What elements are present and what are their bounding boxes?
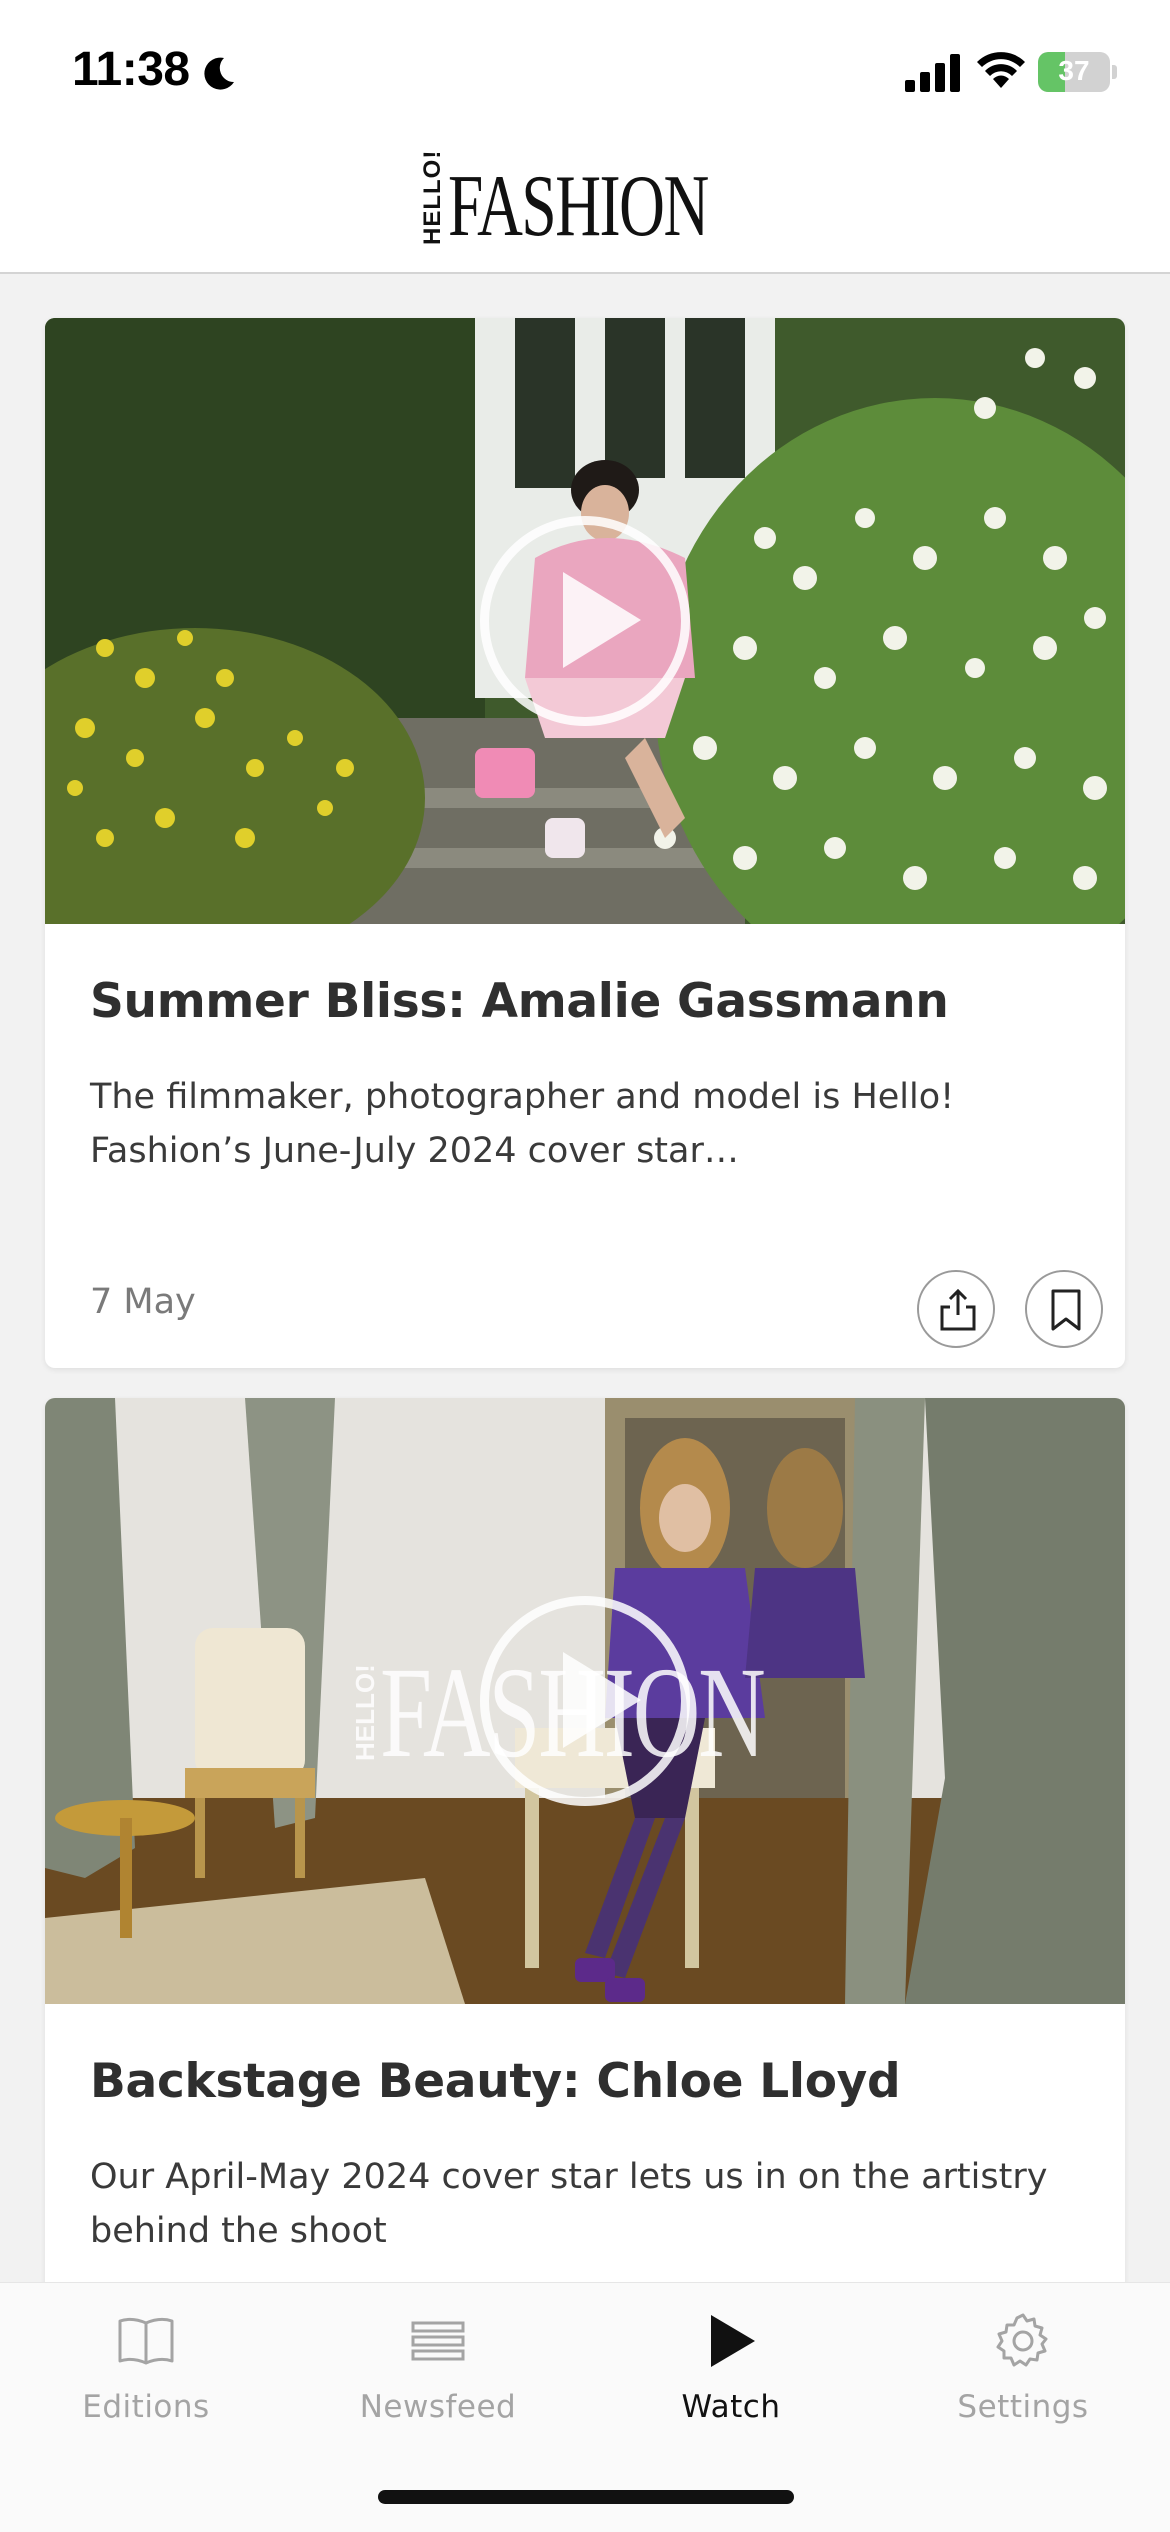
bookmark-button[interactable] [1025,1270,1103,1348]
tab-settings[interactable]: Settings [877,2283,1169,2453]
card-description: The filmmaker, photographer and model is… [90,1077,955,1171]
status-bar: 11:38 37 [0,0,1170,140]
app-header: HELLO! FASHION [0,140,1170,274]
video-feed[interactable]: Summer Bliss: Amalie Gassmann The filmma… [0,276,1170,2286]
battery-icon: 37 [1038,52,1118,92]
card-title[interactable]: Summer Bliss: Amalie Gassmann [90,974,949,1029]
watermark-hello-text: HELLO! [350,1664,380,1762]
tab-label-editions: Editions [82,2389,210,2425]
signal-icon [905,54,960,92]
card-date: 7 May [90,1282,196,1322]
status-time: 11:38 [72,43,190,96]
video-card[interactable]: Summer Bliss: Amalie Gassmann The filmma… [45,318,1125,1368]
newsfeed-icon [411,2321,465,2361]
moon-icon [204,57,234,90]
tab-label-watch: Watch [681,2389,781,2425]
video-card[interactable]: HELLO! FASHION Backstage Beauty: Chloe L… [45,1398,1125,2286]
share-button[interactable] [917,1270,995,1348]
tab-watch[interactable]: Watch [585,2283,877,2453]
card-description: Our April-May 2024 cover star lets us in… [90,2157,1048,2251]
play-icon [711,2315,755,2367]
tab-newsfeed[interactable]: Newsfeed [292,2283,584,2453]
tab-label-settings: Settings [957,2389,1089,2425]
logo-hello-text: HELLO! [419,149,446,245]
share-icon [940,1288,976,1331]
play-icon[interactable] [563,572,641,668]
tab-editions[interactable]: Editions [0,2283,292,2453]
video-thumbnail[interactable] [45,318,1125,924]
tab-label-newsfeed: Newsfeed [359,2389,517,2425]
hello-fashion-logo: HELLO! FASHION [419,149,809,255]
battery-cap [1112,65,1117,79]
app-screen: 11:38 37 HELLO! FASHION Summer Bliss: Am… [0,0,1170,2532]
wifi-icon [977,52,1025,88]
battery-percent: 37 [1058,55,1090,86]
logo-fashion-text: FASHION [448,158,709,255]
card-title[interactable]: Backstage Beauty: Chloe Lloyd [90,2054,901,2109]
bookmark-icon [1051,1289,1081,1331]
video-thumbnail[interactable]: HELLO! FASHION [45,1398,1125,2004]
battery-body: 37 [1038,52,1110,92]
book-icon [118,2317,174,2365]
gear-icon [996,2313,1048,2367]
home-indicator[interactable] [378,2490,794,2504]
play-icon[interactable] [563,1652,641,1748]
